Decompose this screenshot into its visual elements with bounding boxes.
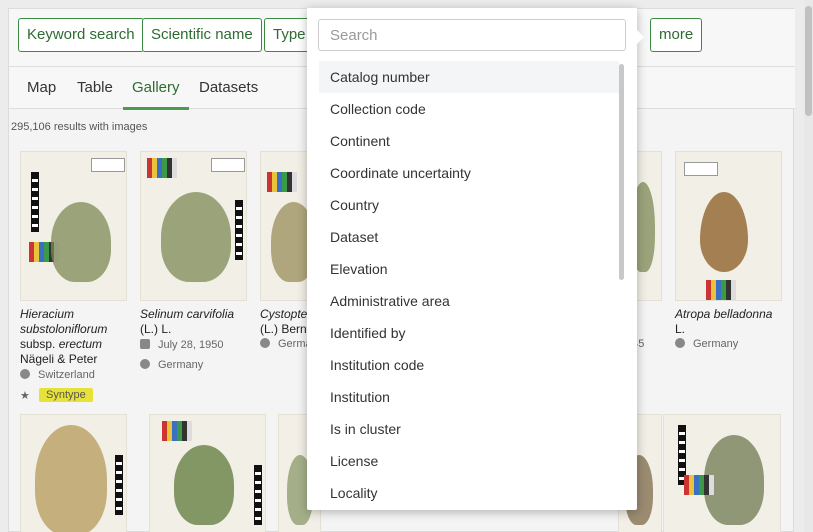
specimen-name[interactable]: Hieracium substoloniflorum subsp. erectu… xyxy=(20,307,130,367)
option-country[interactable]: Country xyxy=(319,189,619,221)
gallery-thumbnail[interactable] xyxy=(149,414,266,532)
gallery-thumbnail[interactable] xyxy=(140,151,247,301)
gallery-thumbnail[interactable] xyxy=(20,414,127,532)
color-chart xyxy=(147,158,177,178)
color-chart xyxy=(706,280,736,300)
option-institution-code[interactable]: Institution code xyxy=(319,349,619,381)
specimen-label xyxy=(91,158,125,172)
specimen-country: Germany xyxy=(675,338,738,350)
scale-bar xyxy=(235,200,243,260)
tab-table[interactable]: Table xyxy=(77,79,113,96)
keyword-search-button[interactable]: Keyword search xyxy=(18,18,144,52)
specimen-country: Switzerland xyxy=(20,369,95,381)
globe-icon xyxy=(675,338,685,348)
option-coordinate-uncertainty[interactable]: Coordinate uncertainty xyxy=(319,157,619,189)
dropdown-search-area xyxy=(307,8,637,61)
calendar-icon xyxy=(140,339,150,349)
scientific-name-button[interactable]: Scientific name xyxy=(142,18,262,52)
option-collection-code[interactable]: Collection code xyxy=(319,93,619,125)
option-administrative-area[interactable]: Administrative area xyxy=(319,285,619,317)
option-dataset[interactable]: Dataset xyxy=(319,221,619,253)
dropdown-caret xyxy=(637,30,644,44)
option-catalog-number[interactable]: Catalog number xyxy=(319,61,619,93)
plant-specimen xyxy=(161,192,231,282)
specimen-name[interactable]: Selinum carvifolia (L.) L. xyxy=(140,307,250,337)
dropdown-scrollbar[interactable] xyxy=(619,64,624,280)
tab-map[interactable]: Map xyxy=(27,79,56,96)
scale-bar xyxy=(115,455,123,515)
filter-options-list: Catalog number Collection code Continent… xyxy=(319,61,619,510)
option-institution[interactable]: Institution xyxy=(319,381,619,413)
option-identified-by[interactable]: Identified by xyxy=(319,317,619,349)
specimen-label xyxy=(684,162,718,176)
specimen-label xyxy=(211,158,245,172)
page-scrollbar[interactable] xyxy=(804,0,813,532)
results-count: 295,106 results with images xyxy=(11,121,148,133)
specimen-country: Germany xyxy=(140,359,203,371)
option-locality[interactable]: Locality xyxy=(319,477,619,509)
page-scrollbar-thumb[interactable] xyxy=(805,6,812,116)
status-badge: Syntype xyxy=(39,388,93,402)
gallery-thumbnail[interactable] xyxy=(20,151,127,301)
option-is-in-cluster[interactable]: Is in cluster xyxy=(319,413,619,445)
color-chart xyxy=(684,475,714,495)
specimen-date: July 28, 1950 xyxy=(140,339,223,351)
search-input[interactable] xyxy=(318,19,626,51)
star-icon: ★ xyxy=(20,390,30,402)
globe-icon xyxy=(140,359,150,369)
tab-datasets[interactable]: Datasets xyxy=(199,79,258,96)
color-chart xyxy=(162,421,192,441)
more-button[interactable]: more xyxy=(650,18,703,52)
plant-specimen xyxy=(174,445,234,525)
scale-bar xyxy=(31,172,39,232)
plant-specimen xyxy=(700,192,748,272)
color-chart xyxy=(267,172,297,192)
active-tab-indicator xyxy=(123,107,189,110)
scale-bar xyxy=(254,465,262,525)
option-continent[interactable]: Continent xyxy=(319,125,619,157)
plant-specimen xyxy=(35,425,107,532)
specimen-name[interactable]: Atropa belladonna L. xyxy=(675,307,785,337)
globe-icon xyxy=(20,369,30,379)
gallery-thumbnail[interactable] xyxy=(675,151,782,301)
option-license[interactable]: License xyxy=(319,445,619,477)
filter-dropdown: Catalog number Collection code Continent… xyxy=(307,8,644,510)
gallery-thumbnail[interactable] xyxy=(663,414,781,532)
option-elevation[interactable]: Elevation xyxy=(319,253,619,285)
globe-icon xyxy=(260,338,270,348)
plant-specimen xyxy=(51,202,111,282)
tab-gallery[interactable]: Gallery xyxy=(132,79,180,96)
